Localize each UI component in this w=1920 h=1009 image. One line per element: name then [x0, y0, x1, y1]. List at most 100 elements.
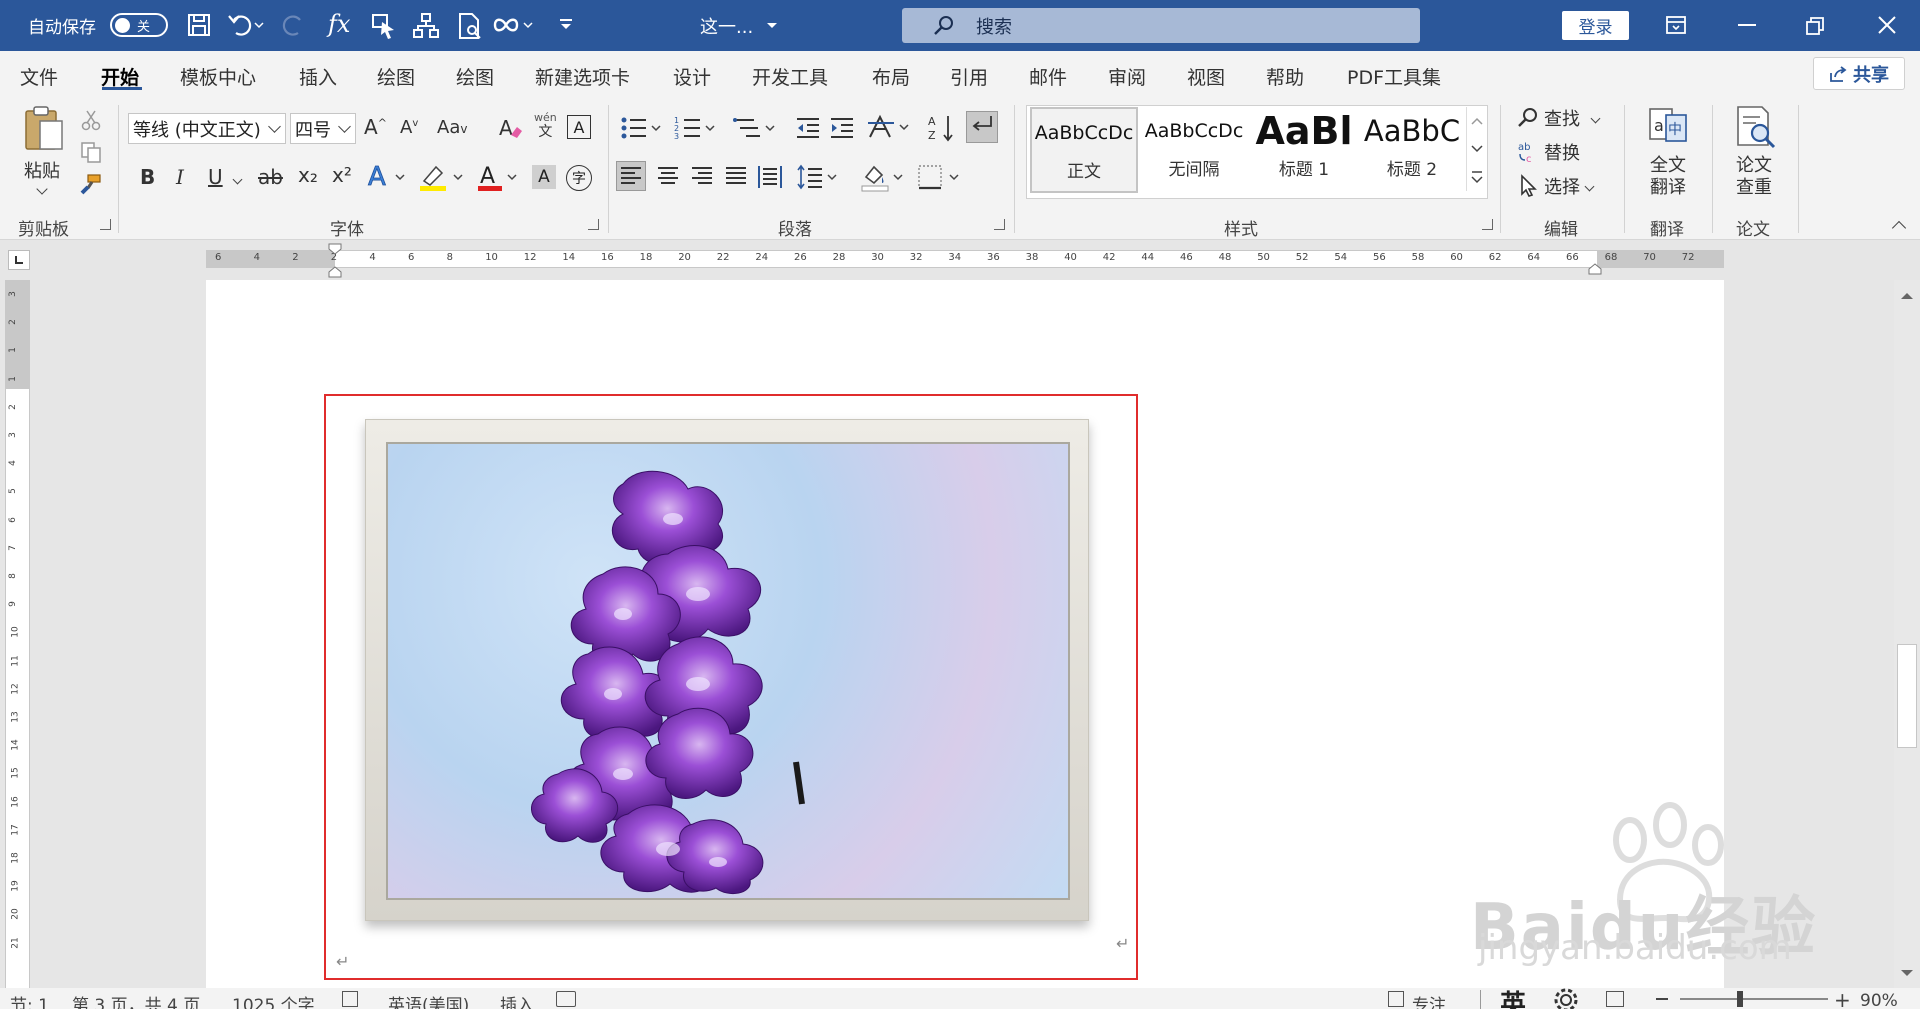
paste-icon[interactable]	[22, 105, 66, 153]
status-section[interactable]: 节: 1	[10, 991, 49, 1009]
zoom-out-icon[interactable]	[1656, 998, 1668, 1000]
zoom-slider[interactable]	[1680, 998, 1828, 1000]
zoom-slider-thumb[interactable]	[1737, 991, 1743, 1007]
copy-icon[interactable]	[80, 141, 102, 163]
tab-insert[interactable]: 插入	[299, 63, 337, 90]
tab-draw[interactable]: 绘图	[377, 63, 415, 90]
styles-launcher-icon[interactable]	[1482, 219, 1493, 230]
right-indent-marker[interactable]	[1588, 263, 1602, 275]
decrease-indent-icon[interactable]	[795, 115, 821, 141]
cut-icon[interactable]	[80, 109, 102, 131]
subscript-button[interactable]: x₂	[298, 163, 318, 187]
change-case-icon[interactable]: Aav	[437, 117, 467, 138]
first-line-indent-marker[interactable]	[328, 243, 342, 279]
tab-new-tab[interactable]: 新建选项卡	[535, 63, 630, 90]
align-left-icon[interactable]	[616, 161, 646, 191]
font-launcher-icon[interactable]	[588, 219, 599, 230]
align-right-icon[interactable]	[688, 163, 716, 191]
chinese-layout-icon[interactable]	[866, 113, 912, 141]
replace-button[interactable]: ab c 替换	[1516, 139, 1580, 165]
clipboard-launcher-icon[interactable]	[100, 219, 111, 230]
document-title[interactable]: 这一...	[700, 0, 779, 51]
styles-scroll-up-icon[interactable]	[1466, 107, 1486, 135]
distributed-icon[interactable]	[756, 163, 784, 191]
tab-template-center[interactable]: 模板中心	[180, 63, 256, 90]
select-objects-icon[interactable]	[370, 12, 398, 40]
sort-icon[interactable]: AZ	[928, 113, 956, 143]
framed-picture[interactable]	[365, 419, 1089, 921]
tab-home[interactable]: 开始	[101, 63, 139, 90]
tab-design[interactable]: 设计	[673, 63, 711, 90]
justify-icon[interactable]	[722, 163, 750, 191]
grow-font-icon[interactable]: A^	[364, 115, 387, 139]
tab-file[interactable]: 文件	[20, 63, 58, 90]
close-icon[interactable]	[1877, 15, 1897, 35]
customize-qat-icon[interactable]	[558, 18, 574, 32]
tab-review[interactable]: 审阅	[1108, 63, 1146, 90]
macro-record-icon[interactable]	[556, 991, 576, 1007]
tab-selector-icon[interactable]	[8, 250, 30, 270]
focus-icon[interactable]	[1388, 991, 1404, 1007]
align-center-icon[interactable]	[654, 163, 682, 191]
styles-scroll-down-icon[interactable]	[1466, 135, 1486, 163]
tab-layout[interactable]: 布局	[872, 63, 910, 90]
font-color-icon[interactable]: A	[476, 161, 520, 193]
shading-icon[interactable]	[860, 161, 906, 193]
ribbon-display-icon[interactable]	[1665, 15, 1687, 35]
scrollbar-thumb[interactable]	[1897, 644, 1917, 748]
collapse-ribbon-icon[interactable]	[1891, 220, 1907, 236]
underline-dropdown-icon[interactable]	[232, 174, 243, 185]
redo-icon[interactable]	[282, 12, 308, 38]
tab-view[interactable]: 视图	[1187, 63, 1225, 90]
zoom-in-icon[interactable]: +	[1834, 988, 1851, 1009]
find-button[interactable]: 查找	[1516, 105, 1601, 131]
document-search-icon[interactable]	[456, 12, 484, 40]
style-heading-2[interactable]: AaBbC 标题 2	[1358, 107, 1466, 193]
style-no-spacing[interactable]: AaBbCcDc 无间隔	[1140, 107, 1248, 193]
scroll-up-icon[interactable]	[1894, 286, 1920, 306]
status-focus[interactable]: 专注	[1412, 991, 1446, 1009]
font-name-combo[interactable]: 等线 (中文正文)	[128, 113, 286, 144]
format-painter-icon[interactable]	[80, 173, 102, 195]
tab-developer[interactable]: 开发工具	[752, 63, 828, 90]
gear-icon[interactable]	[1552, 986, 1580, 1009]
tab-help[interactable]: 帮助	[1266, 63, 1304, 90]
status-mode[interactable]: 插入	[500, 991, 534, 1009]
character-border-icon[interactable]: A	[567, 115, 591, 139]
thesis-check-icon[interactable]	[1734, 105, 1778, 149]
font-size-combo[interactable]: 四号	[290, 113, 356, 144]
increase-indent-icon[interactable]	[829, 115, 855, 141]
paste-label[interactable]: 粘贴	[24, 157, 60, 183]
tab-draw-2[interactable]: 绘图	[456, 63, 494, 90]
superscript-button[interactable]: x²	[332, 163, 352, 187]
restore-icon[interactable]	[1805, 16, 1825, 36]
link-icon[interactable]	[492, 12, 536, 38]
formula-icon[interactable]: fx	[328, 10, 350, 38]
status-page[interactable]: 第 3 页，共 4 页	[72, 991, 200, 1009]
show-marks-icon[interactable]	[966, 111, 998, 143]
line-spacing-icon[interactable]	[796, 163, 840, 191]
text-effects-icon[interactable]: A	[366, 161, 406, 191]
multilevel-list-icon[interactable]	[732, 115, 776, 141]
tab-pdf-tools[interactable]: PDF工具集	[1347, 63, 1441, 90]
enclose-characters-icon[interactable]: 字	[566, 165, 592, 191]
bullets-icon[interactable]	[620, 115, 664, 141]
numbering-icon[interactable]: 123	[674, 115, 718, 141]
style-normal[interactable]: AaBbCcDc 正文	[1030, 107, 1138, 193]
paragraph-launcher-icon[interactable]	[994, 219, 1005, 230]
italic-button[interactable]: I	[176, 165, 184, 189]
proofing-icon[interactable]	[342, 991, 358, 1007]
save-icon[interactable]	[186, 12, 212, 38]
clear-formatting-icon[interactable]: A	[497, 115, 523, 141]
translate-button[interactable]: 全文 翻译	[1650, 155, 1686, 199]
bold-button[interactable]: B	[140, 165, 155, 189]
tab-mailings[interactable]: 邮件	[1029, 63, 1067, 90]
vertical-ruler[interactable]: 3 2 1 1 2 3 4 5 6 7 8 9 10 11 12 13 14 15 16 17 18 19 20 21	[5, 280, 30, 1009]
status-zoom[interactable]: 90%	[1860, 991, 1898, 1009]
horizontal-ruler[interactable]: 6 4 2 2 4 6 8 10 12 14 16 18 20 22 24 26 28 30 32 34 36 38 40 4…	[206, 250, 1724, 268]
tab-references[interactable]: 引用	[950, 63, 988, 90]
org-chart-icon[interactable]	[412, 12, 440, 40]
paste-dropdown-icon[interactable]	[36, 183, 48, 195]
login-button[interactable]: 登录	[1562, 11, 1629, 40]
translate-icon[interactable]: a中	[1646, 105, 1690, 149]
